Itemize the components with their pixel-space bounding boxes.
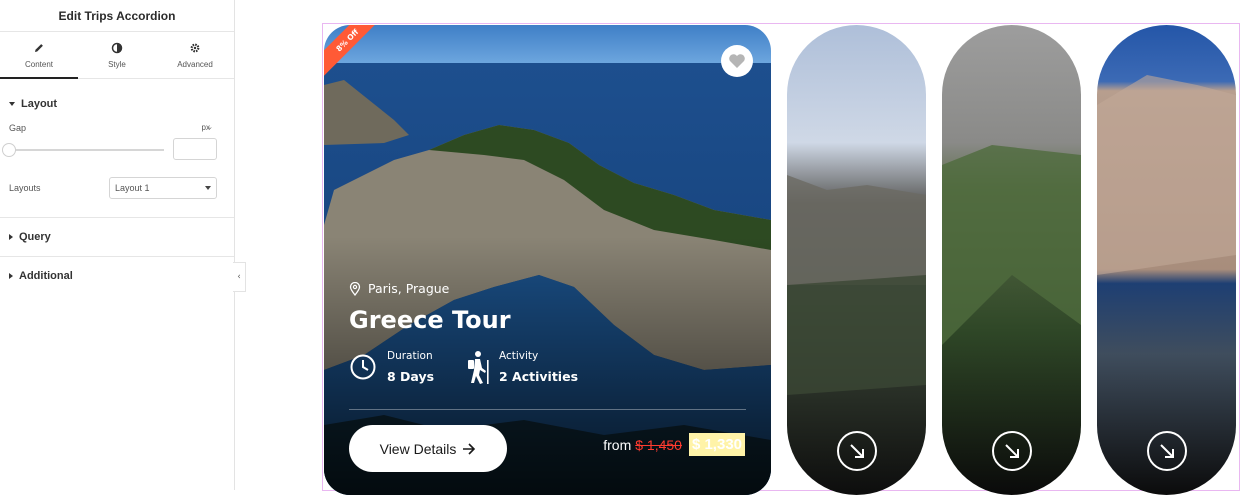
pencil-icon xyxy=(32,41,46,55)
layouts-label: Layouts xyxy=(9,183,41,193)
duration-label: Duration xyxy=(387,350,433,362)
wishlist-button[interactable] xyxy=(721,45,753,77)
trip-photo xyxy=(942,25,1081,495)
trip-card-collapsed[interactable] xyxy=(942,25,1081,495)
collapse-panel-button[interactable]: ‹ xyxy=(233,262,246,292)
layout-section-label: Layout xyxy=(21,98,58,110)
editor-tabs: Content Style Advanced xyxy=(0,32,234,79)
open-trip-button[interactable] xyxy=(836,431,877,471)
caret-down-icon xyxy=(9,102,15,106)
view-details-label: View Details xyxy=(379,440,457,457)
tab-content-label: Content xyxy=(24,60,54,69)
caret-right-icon xyxy=(9,234,13,240)
caret-right-icon xyxy=(9,273,13,279)
tab-content[interactable]: Content xyxy=(0,32,78,79)
layout-section: Layout Gap px ⌄ Layouts Layout 1 xyxy=(0,85,234,217)
activity-info: Activity 2 Activities xyxy=(463,350,578,384)
card-divider xyxy=(349,409,746,410)
layout-section-header[interactable]: Layout xyxy=(0,85,234,123)
tab-advanced[interactable]: Advanced xyxy=(156,32,234,78)
layouts-control: Layouts Layout 1 xyxy=(0,177,234,217)
hiker-icon xyxy=(468,351,489,384)
duration-info: Duration 8 Days xyxy=(349,350,434,384)
price-prefix: from xyxy=(603,436,632,453)
trip-price: from $ 1,450 $ 1,330 xyxy=(603,433,745,456)
chevron-down-icon: ⌄ xyxy=(207,123,213,131)
tab-style-label: Style xyxy=(108,60,126,69)
trip-photo xyxy=(1097,25,1236,495)
view-details-button[interactable]: View Details xyxy=(349,425,507,472)
gap-input[interactable] xyxy=(173,138,217,160)
panel-title: Edit Trips Accordion xyxy=(0,0,234,32)
tab-advanced-label: Advanced xyxy=(177,60,213,69)
open-trip-button[interactable] xyxy=(1146,431,1187,471)
gap-label: Gap xyxy=(9,123,27,133)
additional-section-label: Additional xyxy=(19,270,73,282)
map-pin-icon xyxy=(349,281,361,296)
gap-slider-handle[interactable] xyxy=(2,143,16,157)
dropdown-arrow-icon xyxy=(205,186,211,190)
activity-value: 2 Activities xyxy=(499,369,579,384)
trip-card-collapsed[interactable] xyxy=(1097,25,1236,495)
clock-icon xyxy=(350,354,376,380)
arrow-down-right-icon xyxy=(1004,444,1019,458)
arrow-right-icon xyxy=(463,442,476,455)
arrow-down-right-icon xyxy=(849,444,864,458)
open-trip-button[interactable] xyxy=(991,431,1032,471)
featured-trip-card[interactable]: 8% Off Paris, Prague Greece Tour Duratio… xyxy=(324,25,771,495)
trip-title[interactable]: Greece Tour xyxy=(349,306,511,334)
arrow-down-right-icon xyxy=(1159,444,1174,458)
layouts-select-value: Layout 1 xyxy=(115,183,150,193)
trip-card-collapsed[interactable] xyxy=(787,25,926,495)
heart-icon xyxy=(729,54,745,68)
gap-slider-track[interactable] xyxy=(9,149,164,151)
trip-location: Paris, Prague xyxy=(349,281,449,296)
additional-section-header[interactable]: Additional xyxy=(0,257,234,295)
query-section-header[interactable]: Query xyxy=(0,218,234,256)
activity-label: Activity xyxy=(499,350,539,362)
trip-photo xyxy=(787,25,926,495)
trip-location-text: Paris, Prague xyxy=(368,281,450,296)
tab-style[interactable]: Style xyxy=(78,32,156,78)
contrast-icon xyxy=(110,41,124,55)
old-price: $ 1,450 xyxy=(635,436,682,453)
gap-control: Gap px ⌄ xyxy=(0,123,234,169)
layouts-select[interactable]: Layout 1 xyxy=(109,177,217,199)
query-section-label: Query xyxy=(19,231,51,243)
duration-value: 8 Days xyxy=(387,369,435,384)
gear-icon xyxy=(188,41,202,55)
new-price: $ 1,330 xyxy=(688,433,745,456)
editor-panel: Edit Trips Accordion Content Style Advan… xyxy=(0,0,235,490)
